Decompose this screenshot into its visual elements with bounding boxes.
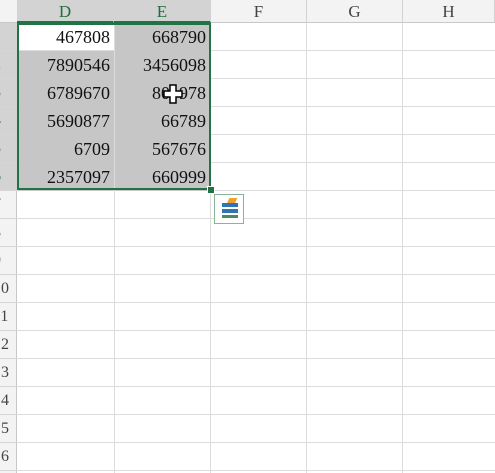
row-header[interactable]: 2 [0,51,17,79]
quick-analysis-button[interactable] [214,194,244,224]
cell-d4[interactable]: 5690877 [18,107,114,135]
column-header-d[interactable]: D [17,0,114,23]
row-header[interactable]: 3 [0,79,17,107]
row-header[interactable]: 1 [0,23,17,51]
row-header[interactable]: 13 [0,359,17,387]
grid-line [17,218,495,219]
row-header[interactable]: 6 [0,163,17,191]
grid-line [17,246,495,247]
row-header[interactable]: 14 [0,387,17,415]
grid-line [17,358,495,359]
cell-e6[interactable]: 660999 [115,163,210,191]
row-header[interactable]: 7 [0,191,17,219]
grid-line [17,386,495,387]
cell-e5[interactable]: 567676 [115,135,210,163]
grid-line [17,470,495,471]
plus-cursor-icon [163,84,183,104]
column-header-h[interactable]: H [403,0,495,23]
grid-line [17,442,495,443]
row-header[interactable]: 12 [0,331,17,359]
row-header[interactable]: 15 [0,415,17,443]
fill-handle[interactable] [207,186,215,194]
row-header-bar: 1 2 3 4 5 6 7 8 9 10 11 12 13 14 15 16 [0,23,17,473]
row-header[interactable]: 5 [0,135,17,163]
grid-line [402,23,403,473]
spreadsheet: D E F G H 1 2 3 4 5 6 7 8 9 10 11 12 13 … [0,0,495,473]
grid-line [17,330,495,331]
row-header[interactable]: 8 [0,219,17,247]
row-header[interactable]: 9 [0,247,17,275]
grid-line [210,23,211,473]
cell-e1[interactable]: 668790 [115,23,210,51]
grid-line [306,23,307,473]
grid-line [17,414,495,415]
cell-e2[interactable]: 3456098 [115,51,210,79]
cell-d6[interactable]: 2357097 [18,163,114,191]
row-header[interactable]: 10 [0,275,17,303]
column-header-f[interactable]: F [211,0,307,23]
row-header[interactable]: 4 [0,107,17,135]
grid-line [17,302,495,303]
grid-line [17,274,495,275]
cell-d5[interactable]: 6709 [18,135,114,163]
cell-d1[interactable]: 467808 [18,23,114,51]
cell-d3[interactable]: 6789670 [18,79,114,107]
cell-d2[interactable]: 7890546 [18,51,114,79]
row-header[interactable]: 11 [0,303,17,331]
column-header-bar: D E F G H [0,0,495,23]
cell-e4[interactable]: 66789 [115,107,210,135]
column-header-e[interactable]: E [114,0,211,23]
row-header[interactable]: 16 [0,443,17,471]
column-header-g[interactable]: G [307,0,403,23]
